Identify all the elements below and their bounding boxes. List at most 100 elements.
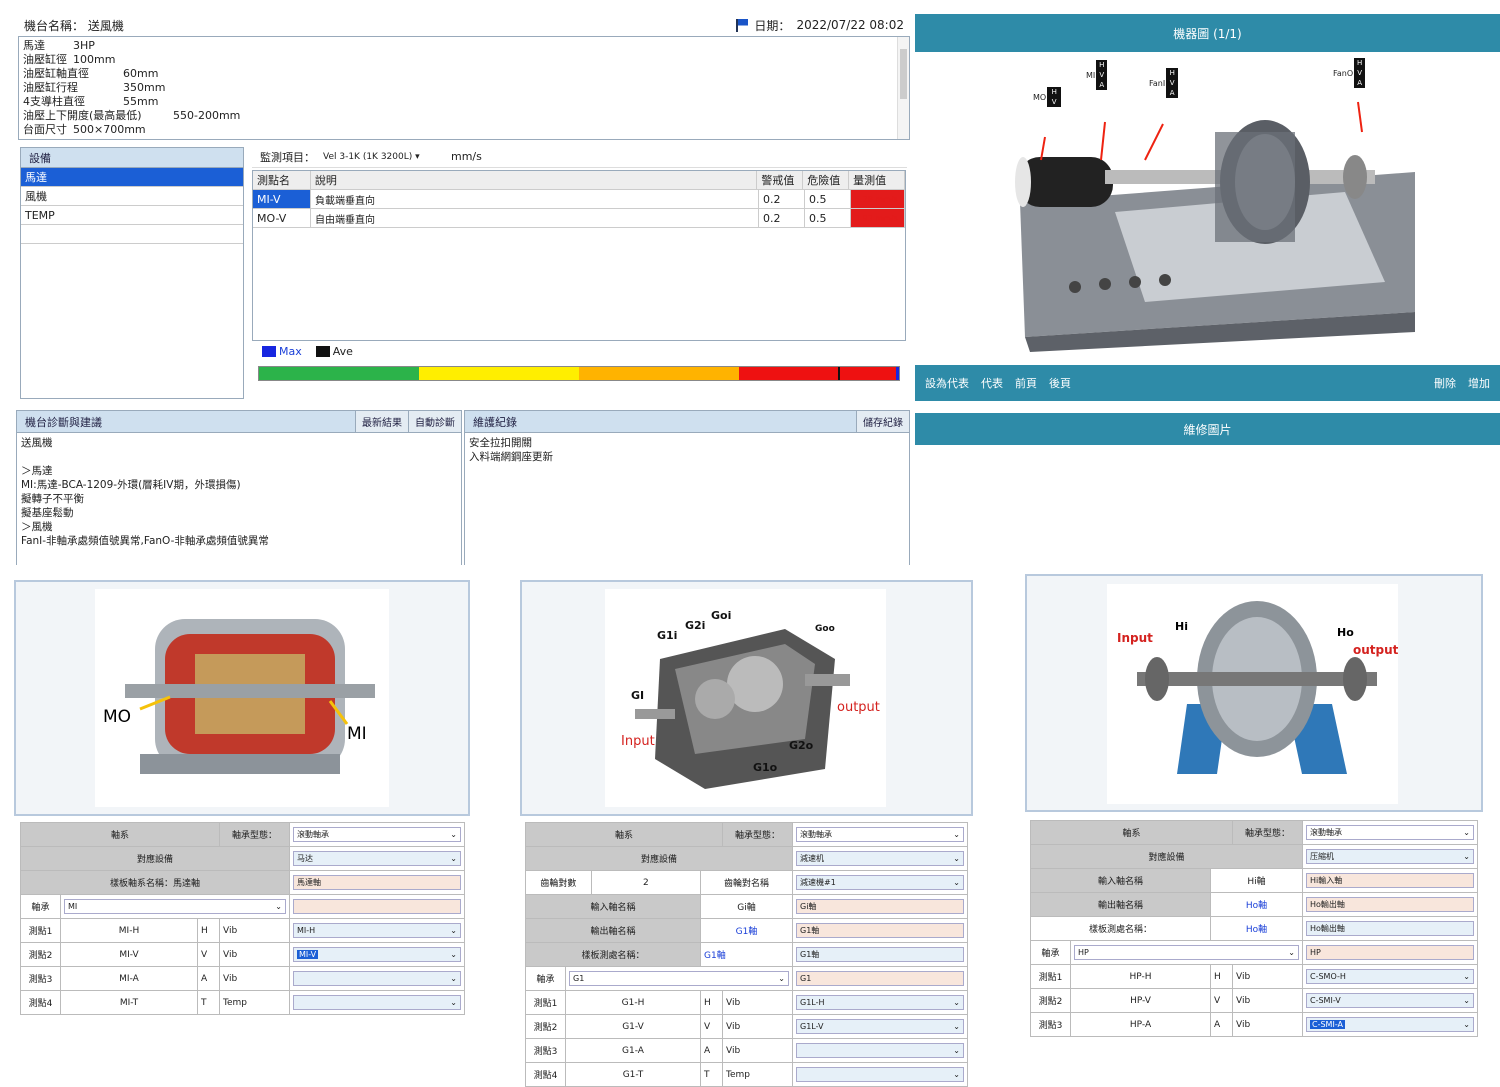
- form-input[interactable]: 滾動軸承 ⌄: [1306, 825, 1474, 840]
- diagnosis-text[interactable]: 送風機 ＞馬達 MI:馬達-BCA-1209-外環(層耗IV期，外環損傷) 擬轉子不平…: [17, 433, 461, 551]
- point-row[interactable]: 測點3 HP-A A Vib C-SMI-A ⌄: [1030, 1012, 1478, 1037]
- save-record-button[interactable]: 儲存紀錄: [856, 411, 909, 432]
- form-input[interactable]: ⌄: [293, 995, 461, 1010]
- form-input[interactable]: 马达 ⌄: [293, 851, 461, 866]
- chevron-down-icon[interactable]: ⌄: [953, 830, 960, 839]
- point-row[interactable]: 測點2 G1-V V Vib G1L-V ⌄: [525, 1014, 968, 1039]
- form-input[interactable]: 減速機#1 ⌄: [796, 875, 964, 890]
- chevron-down-icon[interactable]: ⌄: [1463, 828, 1470, 837]
- form-input[interactable]: MI-H ⌄: [293, 923, 461, 938]
- toolbar-button[interactable]: 代表: [981, 375, 1003, 391]
- form-input[interactable]: MI-V ⌄: [293, 947, 461, 962]
- monitor-item-select[interactable]: Vel 3-1K (1K 3200L) ▾: [323, 152, 443, 162]
- chevron-down-icon[interactable]: ⌄: [953, 998, 960, 1007]
- chevron-down-icon[interactable]: ⌄: [953, 1022, 960, 1031]
- point-row[interactable]: 測點2 HP-V V Vib C-SMI-V ⌄: [1030, 988, 1478, 1013]
- chevron-down-icon[interactable]: ⌄: [953, 1046, 960, 1055]
- chevron-down-icon[interactable]: ⌄: [1463, 852, 1470, 861]
- chevron-down-icon[interactable]: ⌄: [450, 950, 457, 959]
- chevron-down-icon[interactable]: ⌄: [450, 998, 457, 1007]
- point-tag-fani[interactable]: FanI H V A: [1149, 68, 1179, 98]
- diagnosis-line: [21, 450, 457, 464]
- point-row[interactable]: 測點3 G1-A A Vib ⌄: [525, 1038, 968, 1063]
- chevron-down-icon[interactable]: ⌄: [450, 830, 457, 839]
- point-row[interactable]: 測點1 G1-H H Vib G1L-H ⌄: [525, 990, 968, 1015]
- column-header[interactable]: 測點名: [253, 171, 311, 189]
- toolbar-button[interactable]: 增加: [1468, 375, 1490, 391]
- form-input[interactable]: Hi輸入軸: [1306, 873, 1474, 888]
- latest-result-button[interactable]: 最新結果: [355, 411, 408, 432]
- toolbar-button[interactable]: 設為代表: [925, 375, 969, 391]
- point-tag-mo[interactable]: MO H V: [1033, 87, 1062, 107]
- form-input[interactable]: ⌄: [293, 971, 461, 986]
- maintenance-line: 安全拉扣開關: [469, 437, 532, 449]
- chevron-down-icon[interactable]: ⌄: [450, 974, 457, 983]
- form-input[interactable]: C-SMI-V ⌄: [1306, 993, 1474, 1008]
- machine-label: 機台名稱：: [24, 18, 85, 33]
- equipment-item[interactable]: 馬達: [21, 168, 243, 187]
- form-input[interactable]: G1L-H ⌄: [796, 995, 964, 1010]
- spec-line: 油壓缸行程 350mm: [23, 81, 166, 94]
- form-input[interactable]: C-SMI-A ⌄: [1306, 1017, 1474, 1032]
- flag-icon[interactable]: [736, 18, 749, 32]
- maintenance-text[interactable]: 安全拉扣開關 入料端網鋼座更新: [465, 433, 909, 467]
- spec-textarea[interactable]: 馬達 3HP 油壓缸徑 100mm 油壓缸軸直徑 60mm 油壓缸行程 350mm 4支導柱直徑…: [18, 36, 910, 140]
- chevron-down-icon[interactable]: ⌄: [1463, 996, 1470, 1005]
- table-row[interactable]: MO-V 自由端垂直向 0.2 0.5 1.93 mm/s: [253, 209, 905, 228]
- form-input[interactable]: G1軸: [796, 947, 964, 962]
- toolbar-button[interactable]: 刪除: [1434, 375, 1456, 391]
- form-input[interactable]: G1 ⌄: [569, 971, 789, 986]
- form-input[interactable]: Ho輸出軸: [1306, 897, 1474, 912]
- table-row[interactable]: MI-V 負載端垂直向 0.2 0.5 5.28 mm/s: [253, 190, 905, 209]
- form-input[interactable]: 減速机 ⌄: [796, 851, 964, 866]
- form-input[interactable]: HP: [1306, 945, 1474, 960]
- machine-name: 送風機: [87, 18, 124, 33]
- point-row[interactable]: 測點1 MI-H H Vib MI-H ⌄: [20, 918, 465, 943]
- form-input[interactable]: HP ⌄: [1074, 945, 1299, 960]
- form-input[interactable]: 压縮机 ⌄: [1306, 849, 1474, 864]
- form-input[interactable]: ⌄: [796, 1043, 964, 1058]
- point-row[interactable]: 測點2 MI-V V Vib MI-V ⌄: [20, 942, 465, 967]
- auto-diagnose-button[interactable]: 自動診斷: [408, 411, 461, 432]
- point-tag-fano[interactable]: FanO H V A: [1333, 58, 1366, 88]
- point-row[interactable]: 測點3 MI-A A Vib ⌄: [20, 966, 465, 991]
- chevron-down-icon[interactable]: ⌄: [953, 854, 960, 863]
- motor-image: MO MI: [95, 589, 389, 807]
- toolbar-button[interactable]: 前頁: [1015, 375, 1037, 391]
- equipment-item[interactable]: 風機: [21, 187, 243, 206]
- form-input[interactable]: ⌄: [796, 1067, 964, 1082]
- column-header[interactable]: 危險值: [803, 171, 850, 189]
- chevron-down-icon[interactable]: ⌄: [778, 974, 785, 983]
- scrollbar[interactable]: [897, 37, 909, 139]
- form-input[interactable]: G1L-V ⌄: [796, 1019, 964, 1034]
- toolbar-button[interactable]: 後頁: [1049, 375, 1071, 391]
- chevron-down-icon[interactable]: ⌄: [450, 854, 457, 863]
- form-input[interactable]: G1: [796, 971, 964, 986]
- chevron-down-icon[interactable]: ⌄: [1463, 972, 1470, 981]
- chevron-down-icon[interactable]: ⌄: [275, 902, 282, 911]
- form-input[interactable]: Ho輸出軸: [1306, 921, 1474, 936]
- column-header[interactable]: 說明: [311, 171, 758, 189]
- form-input[interactable]: MI ⌄: [64, 899, 286, 914]
- chevron-down-icon[interactable]: ⌄: [1463, 1020, 1470, 1029]
- point-tag-mi[interactable]: MI H V A: [1086, 60, 1108, 90]
- column-header[interactable]: 量測值: [849, 171, 905, 189]
- chevron-down-icon[interactable]: ⌄: [1288, 948, 1295, 957]
- date-label: 日期：: [754, 18, 791, 33]
- chevron-down-icon[interactable]: ⌄: [953, 878, 960, 887]
- chevron-down-icon[interactable]: ⌄: [450, 926, 457, 935]
- form-input[interactable]: [293, 899, 461, 914]
- column-header[interactable]: 警戒值: [757, 171, 804, 189]
- form-input[interactable]: C-SMO-H ⌄: [1306, 969, 1474, 984]
- form-input[interactable]: 滾動軸承 ⌄: [293, 827, 461, 842]
- point-row[interactable]: 測點4 MI-T T Temp ⌄: [20, 990, 465, 1015]
- equipment-item[interactable]: TEMP: [21, 206, 243, 225]
- point-row[interactable]: 測點1 HP-H H Vib C-SMO-H ⌄: [1030, 964, 1478, 989]
- form-input[interactable]: G1軸: [796, 923, 964, 938]
- form-input[interactable]: 馬達軸: [293, 875, 461, 890]
- diagnosis-line: 擬轉子不平衡: [21, 493, 84, 505]
- chevron-down-icon[interactable]: ⌄: [953, 1070, 960, 1079]
- point-row[interactable]: 測點4 G1-T T Temp ⌄: [525, 1062, 968, 1087]
- form-input[interactable]: 滾動軸承 ⌄: [796, 827, 964, 842]
- form-input[interactable]: Gi軸: [796, 899, 964, 914]
